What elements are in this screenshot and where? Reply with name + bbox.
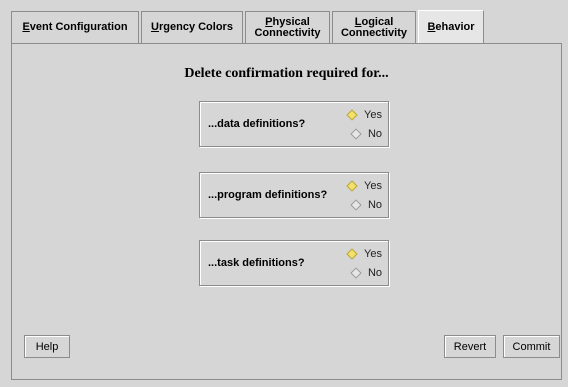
tab-mnemonic: U <box>151 21 159 33</box>
task-definitions-group: ...task definitions? Yes No <box>199 240 389 286</box>
radio-label: Yes <box>364 109 382 121</box>
data-definitions-no-radio[interactable]: No <box>350 128 382 140</box>
tab-physical-connectivity[interactable]: Physical Connectivity <box>245 11 330 43</box>
radio-label: Yes <box>364 180 382 192</box>
tab-logical-connectivity[interactable]: Logical Connectivity <box>332 11 416 43</box>
tab-label: Urgency Colors <box>151 22 233 33</box>
radio-unselected-icon <box>350 199 362 211</box>
page-title: Delete confirmation required for... <box>184 66 389 81</box>
radio-label: No <box>367 199 382 211</box>
radio-label: No <box>367 128 382 140</box>
radio-selected-icon <box>346 109 358 121</box>
tab-label-line2: Connectivity <box>254 26 321 39</box>
tab-label-rest: ogical <box>361 15 394 28</box>
task-definitions-yes-radio[interactable]: Yes <box>346 248 382 260</box>
behavior-settings-window: Event Configuration Urgency Colors Physi… <box>0 0 568 387</box>
tab-urgency-colors[interactable]: Urgency Colors <box>141 11 243 43</box>
radio-label: No <box>367 267 382 279</box>
tab-behavior[interactable]: Behavior <box>418 10 484 44</box>
tab-bar: Event Configuration Urgency Colors Physi… <box>11 9 486 44</box>
button-bar: Help Revert Commit <box>12 319 561 379</box>
task-definitions-no-radio[interactable]: No <box>350 267 382 279</box>
data-definitions-group: ...data definitions? Yes No <box>199 101 389 147</box>
program-definitions-no-radio[interactable]: No <box>350 199 382 211</box>
radio-label: Yes <box>364 248 382 260</box>
program-definitions-yes-radio[interactable]: Yes <box>346 180 382 192</box>
tab-label-rest: ehavior <box>435 21 475 33</box>
tab-label: Behavior <box>427 22 474 33</box>
revert-button[interactable]: Revert <box>444 335 496 358</box>
data-definitions-yes-radio[interactable]: Yes <box>346 109 382 121</box>
data-definitions-label: ...data definitions? <box>208 118 306 130</box>
program-definitions-group: ...program definitions? Yes No <box>199 172 389 218</box>
tab-mnemonic: P <box>265 15 273 28</box>
tab-label-line1: Physical <box>265 15 310 28</box>
radio-unselected-icon <box>350 267 362 279</box>
help-button[interactable]: Help <box>24 335 70 358</box>
commit-button[interactable]: Commit <box>503 335 560 358</box>
radio-unselected-icon <box>350 128 362 140</box>
tab-label-rest: vent Configuration <box>29 21 128 33</box>
program-definitions-label: ...program definitions? <box>208 189 328 201</box>
behavior-panel: Delete confirmation required for... ...d… <box>11 43 562 380</box>
tab-label-line2: Connectivity <box>340 26 407 39</box>
tab-label: Event Configuration <box>22 22 127 33</box>
tab-event-configuration[interactable]: Event Configuration <box>11 11 139 43</box>
radio-selected-icon <box>346 248 358 260</box>
tab-label-rest: rgency Colors <box>158 21 233 33</box>
tab-label-rest: hysical <box>272 15 310 28</box>
task-definitions-label: ...task definitions? <box>208 257 305 269</box>
tab-label-line1: Logical <box>355 15 394 28</box>
radio-selected-icon <box>346 180 358 192</box>
tab-mnemonic: E <box>22 21 30 33</box>
